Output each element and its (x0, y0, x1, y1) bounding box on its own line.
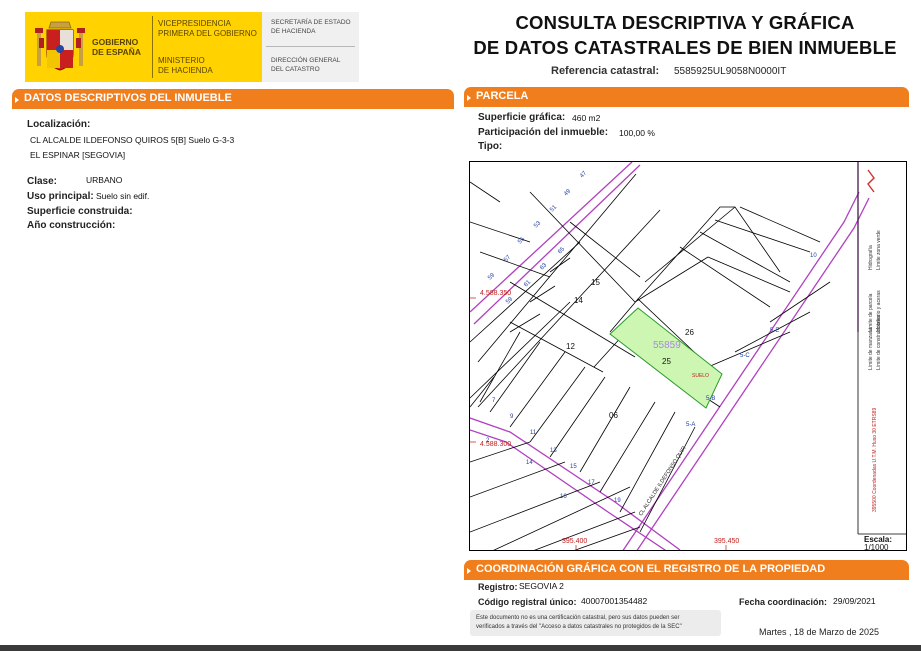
datos-descriptivos-bar: DATOS DESCRIPTIVOS DEL INMUEBLE (12, 89, 454, 108)
localizacion-line1: CL ALCALDE ILDEFONSO QUIROS 5[B] Suelo G… (30, 135, 235, 145)
svg-text:53: 53 (533, 220, 542, 229)
fecha-coordinacion-label: Fecha coordinación: (739, 597, 828, 607)
svg-text:11: 11 (530, 430, 537, 436)
parcel-number-26: 26 (685, 328, 694, 337)
participacion-label: Participación del inmueble: (478, 127, 609, 138)
coordinacion-bar: COORDINACIÓN GRÁFICA CON EL REGISTRO DE … (464, 560, 909, 579)
svg-text:61: 61 (523, 279, 532, 288)
superficie-grafica-value: 460 m2 (572, 113, 601, 123)
parcel-number-06: 06 (609, 411, 618, 420)
svg-text:65: 65 (557, 246, 566, 255)
superficie-construida-label: Superficie construida: (27, 206, 133, 217)
fecha-coordinacion-value: 29/09/2021 (833, 596, 876, 606)
legend-limite-manzana: Límite de manzana (868, 327, 874, 370)
tipo-label: Tipo: (478, 141, 503, 152)
document-title-line2: DE DATOS CATASTRALES DE BIEN INMUEBLE (473, 37, 897, 58)
svg-text:17: 17 (588, 480, 595, 486)
svg-text:9: 9 (510, 414, 514, 420)
svg-text:16: 16 (560, 494, 567, 500)
suelo-label: SUELO (692, 373, 709, 379)
disclaimer-note: Este documento no es una certificación c… (470, 610, 721, 636)
ref-catastral-value: 5585925UL9058N0000IT (674, 66, 787, 77)
svg-text:63: 63 (539, 262, 548, 271)
parcel-reference: 55859 (653, 340, 681, 351)
direccion-general-text: DIRECCIÓN GENERAL DEL CATASTRO (271, 57, 341, 73)
cadastral-map[interactable]: 59 57 55 53 51 49 47 59 61 63 65 10 5-E … (469, 161, 907, 551)
legend-construcciones: Límite de construcciones (876, 314, 882, 370)
ministerio-text: MINISTERIO DE HACIENDA (158, 56, 213, 75)
svg-text:59: 59 (505, 296, 514, 305)
gobierno-de-espana-text: GOBIERNO DE ESPAÑA (92, 37, 141, 57)
clase-label: Clase: (27, 176, 58, 187)
coord-y-label-1: 4.588.350 (480, 290, 512, 297)
registro-value: SEGOVIA 2 (519, 581, 564, 591)
legend-utm-coordinates: 395500 Coordenadas U.T.M. Huso 30 ETRS89 (872, 408, 878, 512)
localizacion-line2: EL ESPINAR [SEGOVIA] (30, 150, 126, 160)
uso-principal-label: Uso principal: (27, 191, 94, 202)
scale-value: 1/1000 (864, 543, 889, 551)
registro-label: Registro: (478, 582, 518, 592)
coat-of-arms-icon (35, 21, 85, 71)
svg-text:5-C: 5-C (740, 353, 750, 359)
legend-hidrografia: Hidrografía (868, 245, 874, 270)
participacion-value: 100,00 % (619, 128, 655, 138)
clase-value: URBANO (86, 175, 123, 185)
svg-text:55: 55 (517, 236, 526, 245)
svg-text:47: 47 (579, 170, 588, 179)
document-title-line1: CONSULTA DESCRIPTIVA Y GRÁFICA (515, 12, 855, 33)
svg-text:7: 7 (492, 398, 496, 404)
svg-text:15: 15 (570, 464, 577, 470)
parcel-number-25: 25 (662, 357, 671, 366)
coord-x-label-2: 395.450 (714, 538, 740, 545)
localizacion-label: Localización: (27, 119, 91, 130)
document-date: Martes , 18 de Marzo de 2025 (759, 627, 880, 637)
coord-x-label-1: 395.400 (562, 538, 588, 545)
parcela-bar: PARCELA (464, 87, 909, 106)
svg-text:19: 19 (614, 498, 621, 504)
ref-catastral-label: Referencia catastral: (551, 65, 660, 77)
svg-text:14: 14 (526, 460, 533, 466)
codigo-registral-label: Código registral único: (478, 597, 577, 607)
secretaria-text: SECRETARÍA DE ESTADO DE HACIENDA (271, 19, 351, 35)
bottom-border (0, 645, 921, 651)
uso-principal-value: Suelo sin edif. (96, 191, 150, 201)
svg-text:51: 51 (549, 204, 558, 213)
anio-construccion-label: Año construcción: (27, 220, 116, 231)
coord-y-label-2: 4.588.300 (480, 441, 512, 448)
parcel-number-14: 14 (574, 296, 583, 305)
svg-text:13: 13 (550, 448, 557, 454)
parcel-number-15: 15 (591, 278, 600, 287)
legend-zona-verde: Límite zona verde (876, 230, 882, 270)
svg-text:49: 49 (563, 188, 572, 197)
parcel-number-12: 12 (566, 342, 575, 351)
svg-text:10: 10 (810, 253, 817, 259)
svg-text:57: 57 (503, 254, 512, 263)
svg-text:5-E: 5-E (770, 328, 779, 334)
codigo-registral-value: 40007001354482 (581, 596, 648, 606)
vicepresidencia-text: VICEPRESIDENCIA PRIMERA DEL GOBIERNO (158, 19, 257, 38)
svg-text:59: 59 (487, 272, 496, 281)
legend-limite-parcela: Límite de parcela (868, 293, 874, 332)
svg-text:5-A: 5-A (686, 422, 695, 428)
superficie-grafica-label: Superficie gráfica: (478, 112, 566, 123)
svg-text:5-B: 5-B (706, 396, 715, 402)
